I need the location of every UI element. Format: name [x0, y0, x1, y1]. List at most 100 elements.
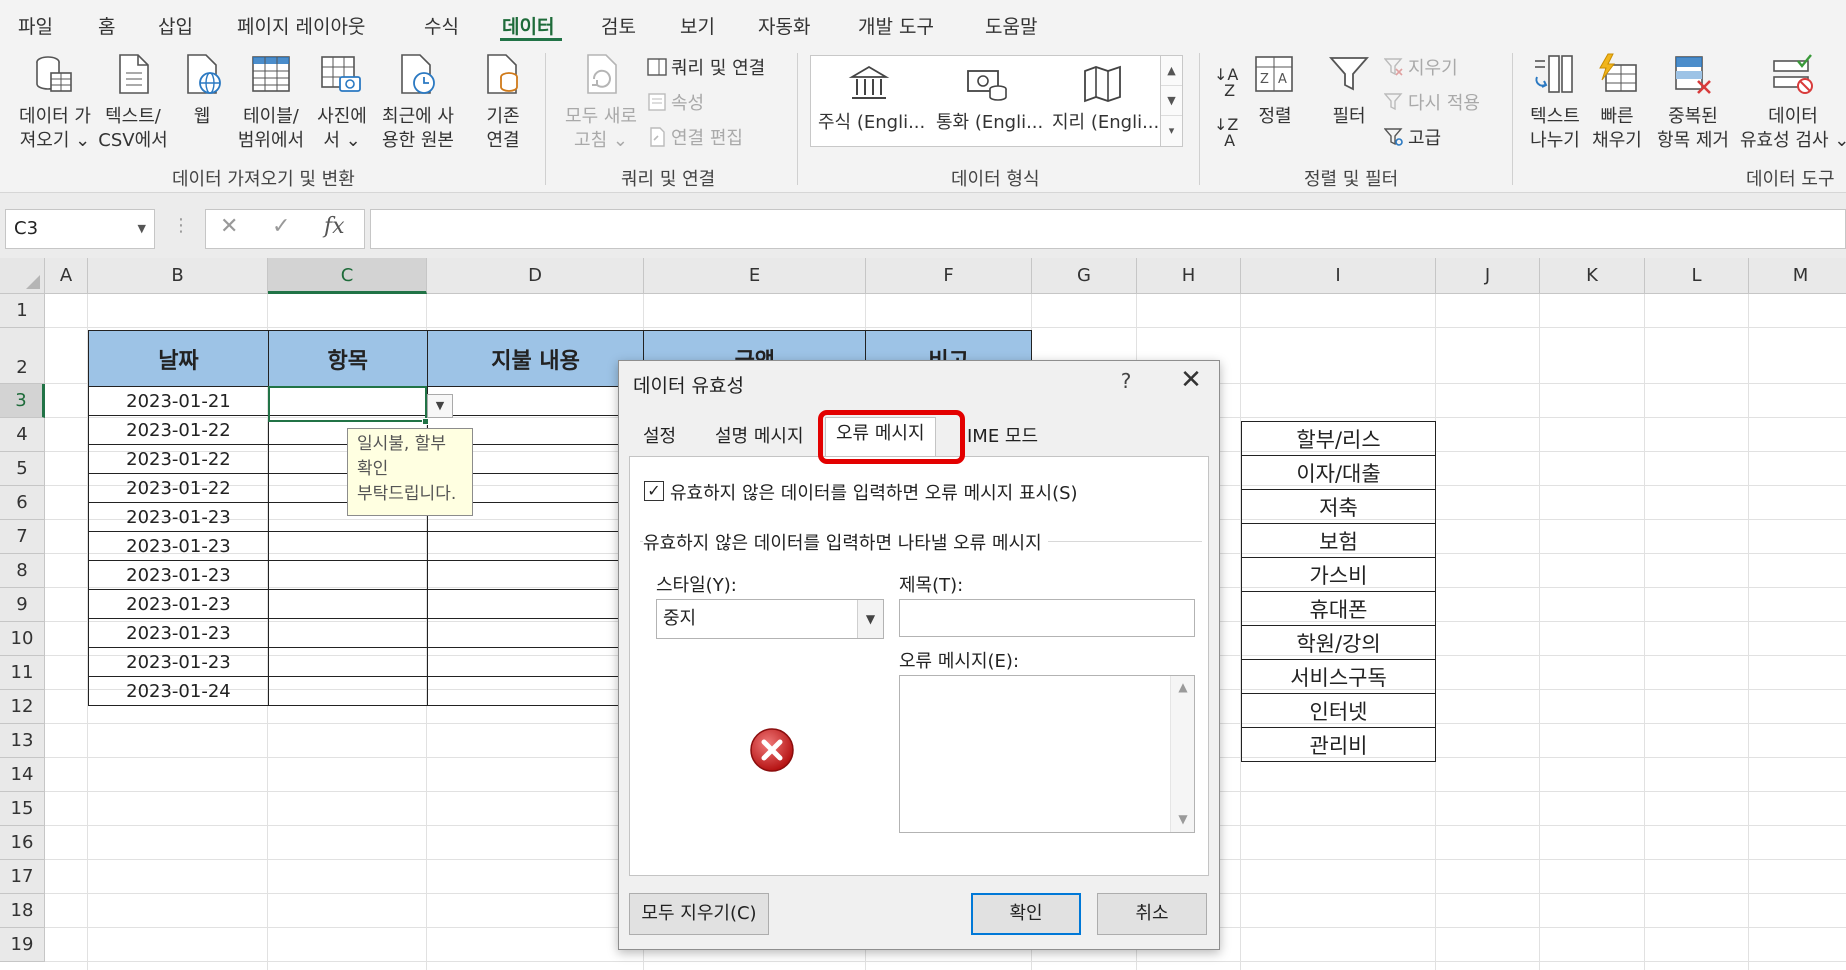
dialog-tab-settings[interactable]: 설정	[633, 421, 686, 455]
properties-button[interactable]: 속성	[647, 92, 704, 116]
date-cell[interactable]: 2023-01-23	[88, 618, 269, 648]
from-table-button[interactable]: 테이블/ 범위에서	[232, 105, 310, 153]
date-cell[interactable]: 2023-01-23	[88, 560, 269, 590]
table-cell[interactable]	[426, 589, 645, 619]
category-cell[interactable]: 학원/강의	[1241, 625, 1436, 660]
tab-help[interactable]: 도움말	[985, 12, 1037, 39]
clear-all-button[interactable]: 모두 지우기(C)	[629, 893, 769, 935]
row-header-4[interactable]: 4	[0, 418, 45, 452]
row-header-2[interactable]: 2	[0, 328, 45, 384]
clear-filter-button[interactable]: 지우기	[1384, 57, 1458, 81]
data-validation-button[interactable]: 데이터 유효성 검사 ⌄	[1740, 105, 1846, 153]
category-cell[interactable]: 인터넷	[1241, 693, 1436, 728]
currencies-data-type[interactable]: 통화 (Engli...	[936, 111, 1043, 135]
category-cell[interactable]: 할부/리스	[1241, 421, 1436, 456]
category-cell[interactable]: 저축	[1241, 489, 1436, 524]
column-header-f[interactable]: F	[866, 258, 1032, 294]
tab-automate[interactable]: 자동화	[758, 12, 810, 39]
table-cell[interactable]	[426, 531, 645, 561]
refresh-all-button[interactable]: 모두 새로 고침 ⌄	[557, 105, 645, 153]
column-header-c[interactable]: C	[268, 258, 427, 294]
scroll-up-icon[interactable]: ▲	[1171, 680, 1195, 694]
date-cell[interactable]: 2023-01-24	[88, 676, 269, 706]
date-cell[interactable]: 2023-01-23	[88, 647, 269, 677]
get-data-button[interactable]: 데이터 가 져오기 ⌄	[10, 105, 100, 153]
advanced-filter-button[interactable]: 고급	[1384, 127, 1441, 151]
category-cell[interactable]: 관리비	[1241, 727, 1436, 762]
cancel-icon[interactable]: ✕	[220, 214, 238, 239]
row-header-18[interactable]: 18	[0, 894, 45, 928]
date-cell[interactable]: 2023-01-23	[88, 589, 269, 619]
row-header-9[interactable]: 9	[0, 588, 45, 622]
help-icon[interactable]: ?	[1111, 369, 1141, 393]
row-header-5[interactable]: 5	[0, 452, 45, 486]
row-header-14[interactable]: 14	[0, 758, 45, 792]
date-cell[interactable]: 2023-01-22	[88, 415, 269, 445]
row-header-8[interactable]: 8	[0, 554, 45, 588]
date-cell[interactable]: 2023-01-23	[88, 502, 269, 532]
table-cell[interactable]	[426, 676, 645, 706]
insert-function-icon[interactable]: fx	[324, 214, 345, 239]
column-header-m[interactable]: M	[1749, 258, 1846, 294]
stocks-data-type[interactable]: 주식 (Engli...	[818, 111, 925, 135]
filter-button[interactable]: 필터	[1322, 105, 1376, 129]
category-cell[interactable]: 보험	[1241, 523, 1436, 558]
table-cell[interactable]	[267, 618, 428, 648]
tab-insert[interactable]: 삽입	[158, 12, 193, 39]
show-error-checkbox[interactable]: ✓	[644, 481, 664, 501]
row-header-1[interactable]: 1	[0, 294, 45, 328]
row-header-6[interactable]: 6	[0, 486, 45, 520]
from-picture-button[interactable]: 사진에 서 ⌄	[312, 105, 372, 153]
gallery-down-icon[interactable]: ▼	[1161, 86, 1182, 116]
category-cell[interactable]: 서비스구독	[1241, 659, 1436, 694]
scroll-down-icon[interactable]: ▼	[1171, 812, 1195, 826]
edit-links-button[interactable]: 연결 편집	[647, 127, 743, 151]
row-header-7[interactable]: 7	[0, 520, 45, 554]
column-header-a[interactable]: A	[45, 258, 88, 294]
header-payment[interactable]: 지불 내용	[426, 330, 645, 387]
row-header-3[interactable]: 3	[0, 384, 45, 418]
tab-home[interactable]: 홈	[98, 12, 115, 39]
tab-view[interactable]: 보기	[680, 12, 715, 39]
column-header-l[interactable]: L	[1645, 258, 1749, 294]
existing-connections-button[interactable]: 기존 연결	[475, 105, 531, 153]
date-cell[interactable]: 2023-01-23	[88, 531, 269, 561]
row-header-13[interactable]: 13	[0, 724, 45, 758]
tab-review[interactable]: 검토	[601, 12, 636, 39]
row-header-10[interactable]: 10	[0, 622, 45, 656]
table-cell[interactable]	[267, 531, 428, 561]
table-cell[interactable]	[267, 560, 428, 590]
table-cell[interactable]	[426, 560, 645, 590]
sort-descending-button[interactable]: ↓Z A	[1214, 117, 1238, 149]
row-header-17[interactable]: 17	[0, 860, 45, 894]
sort-button[interactable]: 정렬	[1250, 105, 1300, 129]
tab-page-layout[interactable]: 페이지 레이아웃	[237, 12, 365, 39]
error-message-textarea[interactable]: ▲ ▼	[899, 675, 1195, 833]
date-cell[interactable]: 2023-01-22	[88, 473, 269, 503]
formula-input[interactable]	[370, 209, 1846, 249]
table-cell[interactable]	[426, 647, 645, 677]
tab-file[interactable]: 파일	[18, 12, 53, 39]
geography-data-type[interactable]: 지리 (Engli...	[1052, 111, 1159, 135]
dialog-tab-input-message[interactable]: 설명 메시지	[705, 421, 814, 455]
date-cell[interactable]: 2023-01-22	[88, 444, 269, 474]
column-header-h[interactable]: H	[1137, 258, 1241, 294]
name-box[interactable]: C3 ▼	[5, 209, 155, 249]
style-select[interactable]: 중지 ▼	[656, 599, 884, 639]
text-to-columns-button[interactable]: 텍스트 나누기	[1522, 105, 1588, 153]
category-cell[interactable]: 휴대폰	[1241, 591, 1436, 626]
chevron-down-icon[interactable]: ▼	[138, 210, 146, 248]
chevron-down-icon[interactable]: ▼	[857, 600, 883, 638]
column-header-k[interactable]: K	[1540, 258, 1645, 294]
sort-ascending-button[interactable]: ↓A Z	[1214, 67, 1238, 99]
select-all-button[interactable]	[0, 258, 45, 294]
row-header-16[interactable]: 16	[0, 826, 45, 860]
tab-formulas[interactable]: 수식	[424, 12, 459, 39]
dialog-tab-ime-mode[interactable]: IME 모드	[957, 421, 1048, 455]
row-header-12[interactable]: 12	[0, 690, 45, 724]
queries-connections-button[interactable]: 쿼리 및 연결	[647, 57, 765, 81]
recent-sources-button[interactable]: 최근에 사 용한 원본	[373, 105, 463, 153]
from-csv-button[interactable]: 텍스트/ CSV에서	[92, 105, 174, 153]
remove-duplicates-button[interactable]: 중복된 항목 제거	[1647, 105, 1739, 153]
table-cell[interactable]	[426, 386, 645, 416]
